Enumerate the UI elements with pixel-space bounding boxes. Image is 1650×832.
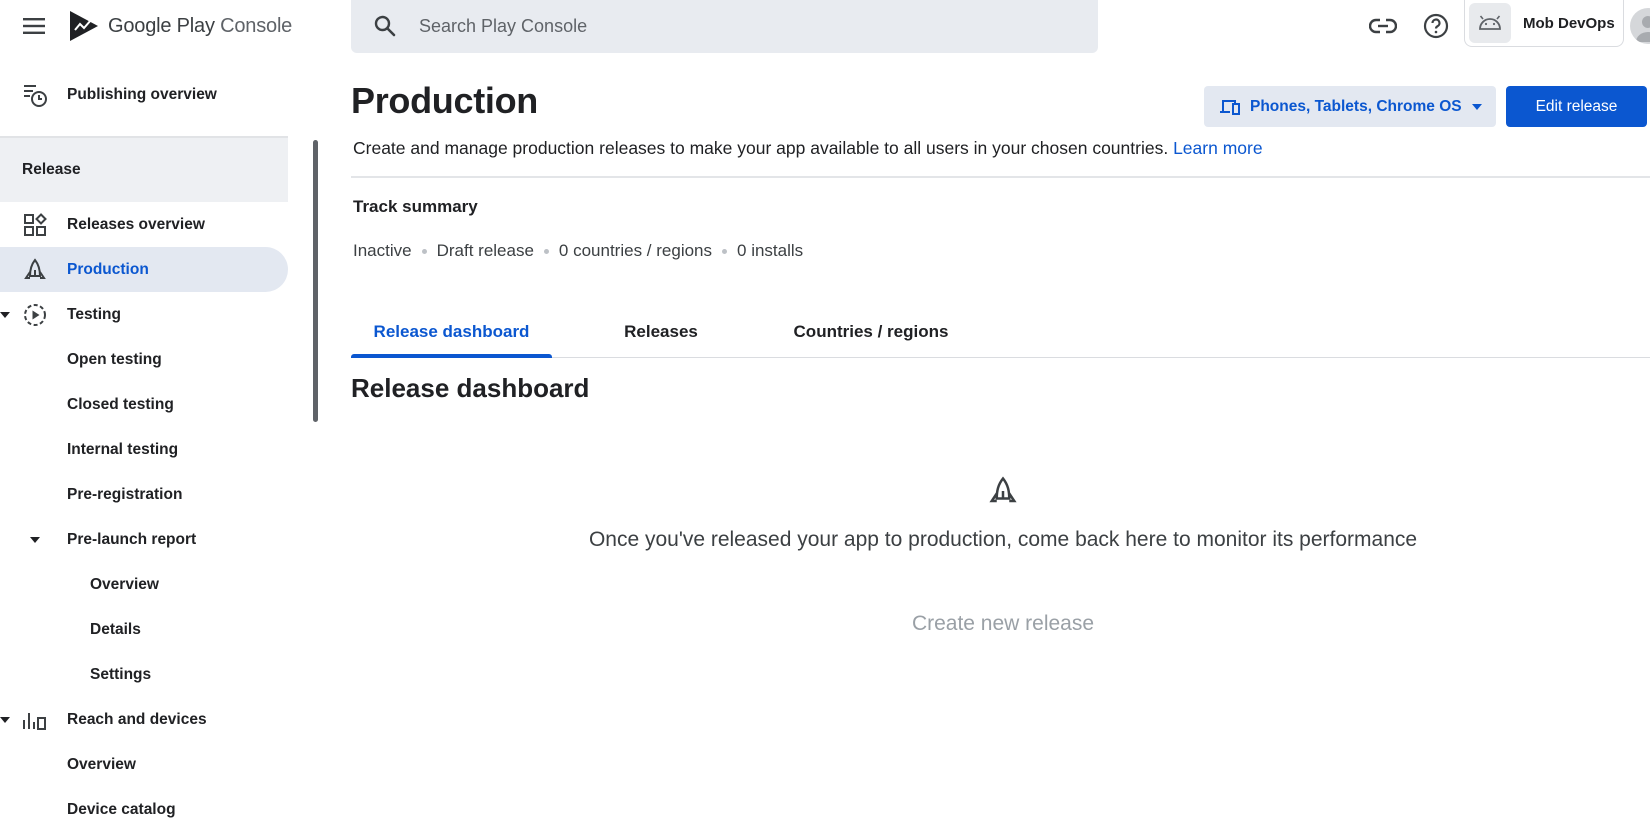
- sidebar-item-label: Releases overview: [67, 215, 205, 233]
- track-release-state: Draft release: [436, 241, 534, 260]
- search-icon[interactable]: [373, 14, 397, 43]
- sidebar-scrollbar[interactable]: [313, 140, 318, 422]
- play-console-logo-icon: [70, 11, 98, 41]
- logo-brand: Google Play: [108, 14, 215, 37]
- help-icon[interactable]: [1421, 11, 1451, 41]
- sidebar-item-pre-registration[interactable]: Pre-registration: [0, 472, 288, 517]
- menu-icon[interactable]: [18, 10, 50, 42]
- learn-more-link[interactable]: Learn more: [1173, 138, 1263, 158]
- sidebar-section-label: Release: [22, 161, 81, 178]
- bar-chart-icon: [22, 707, 48, 733]
- account-switcher[interactable]: Mob DevOps: [1464, 0, 1624, 47]
- sidebar-item-open-testing[interactable]: Open testing: [0, 337, 288, 382]
- rocket-icon: [22, 257, 48, 283]
- sidebar-item-production[interactable]: Production: [0, 247, 288, 292]
- tab-releases[interactable]: Releases: [591, 306, 731, 358]
- chevron-down-icon[interactable]: [30, 537, 40, 543]
- sidebar-item-label: Production: [67, 260, 149, 278]
- sidebar-item-label: Publishing overview: [67, 85, 217, 103]
- sidebar-item-label: Settings: [90, 665, 152, 683]
- sidebar-item-prl-overview[interactable]: Overview: [0, 562, 288, 607]
- account-name: Mob DevOps: [1523, 14, 1615, 32]
- sidebar-item-rd-overview[interactable]: Overview: [0, 742, 288, 787]
- avatar[interactable]: [1630, 8, 1650, 44]
- sidebar-item-reach-and-devices[interactable]: Reach and devices: [0, 697, 288, 742]
- publishing-overview-icon: [22, 82, 48, 108]
- sidebar-item-label: Device catalog: [67, 800, 176, 818]
- tab-release-dashboard[interactable]: Release dashboard: [351, 306, 552, 358]
- dashboard-icon: [22, 212, 48, 238]
- tab-countries-regions[interactable]: Countries / regions: [771, 306, 971, 358]
- section-title: Release dashboard: [351, 373, 590, 403]
- sidebar-item-label: Internal testing: [67, 440, 179, 458]
- sidebar: Publishing overview Release Releases ove…: [0, 60, 300, 832]
- rocket-icon: [988, 476, 1018, 506]
- sidebar-item-pre-launch-report[interactable]: Pre-launch report: [0, 517, 288, 562]
- sidebar-item-prl-details[interactable]: Details: [0, 607, 288, 652]
- sidebar-item-label: Overview: [67, 755, 136, 773]
- sidebar-item-prl-settings[interactable]: Settings: [0, 652, 288, 697]
- tab-bar: Release dashboard Releases Countries / r…: [351, 306, 1650, 358]
- link-icon[interactable]: [1368, 11, 1398, 41]
- empty-state-message: Once you've released your app to product…: [588, 528, 1418, 551]
- track-summary: Inactive Draft release 0 countries / reg…: [353, 241, 803, 261]
- page-title: Production: [351, 80, 538, 121]
- sidebar-section-release[interactable]: Release: [0, 136, 288, 202]
- page-description: Create and manage production releases to…: [353, 138, 1263, 159]
- sidebar-item-closed-testing[interactable]: Closed testing: [0, 382, 288, 427]
- track-status: Inactive: [353, 241, 412, 260]
- sidebar-item-testing[interactable]: Testing: [0, 292, 288, 337]
- sidebar-item-device-catalog[interactable]: Device catalog: [0, 787, 288, 832]
- sidebar-item-label: Testing: [67, 305, 121, 323]
- logo-text: Google Play Console: [108, 15, 292, 38]
- sidebar-item-label: Reach and devices: [67, 710, 207, 728]
- top-bar: Google Play Console Mob DevOps: [0, 0, 1650, 53]
- device-selector-button[interactable]: Phones, Tablets, Chrome OS: [1204, 86, 1496, 127]
- sidebar-item-label: Pre-launch report: [67, 530, 197, 548]
- track-summary-title: Track summary: [353, 197, 478, 216]
- description-text: Create and manage production releases to…: [353, 138, 1169, 158]
- sidebar-item-label: Closed testing: [67, 395, 174, 413]
- android-icon: [1469, 3, 1511, 43]
- divider: [351, 176, 1650, 178]
- separator-dot: [722, 248, 728, 254]
- separator-dot: [543, 248, 549, 254]
- edit-release-button[interactable]: Edit release: [1506, 86, 1647, 127]
- sidebar-item-releases-overview[interactable]: Releases overview: [0, 202, 288, 247]
- sidebar-item-publishing-overview[interactable]: Publishing overview: [0, 72, 288, 117]
- separator-dot: [421, 248, 427, 254]
- play-console-logo[interactable]: Google Play Console: [68, 9, 292, 43]
- sidebar-item-label: Overview: [90, 575, 159, 593]
- device-selector-label: Phones, Tablets, Chrome OS: [1250, 97, 1462, 115]
- sidebar-item-label: Details: [90, 620, 141, 638]
- track-countries: 0 countries / regions: [558, 241, 713, 260]
- search-input[interactable]: [419, 13, 1059, 39]
- devices-icon: [1220, 99, 1240, 115]
- create-new-release-button[interactable]: Create new release: [850, 612, 1156, 636]
- search-bar[interactable]: [351, 0, 1098, 53]
- sidebar-item-internal-testing[interactable]: Internal testing: [0, 427, 288, 472]
- sidebar-item-label: Open testing: [67, 350, 162, 368]
- logo-product: Console: [220, 14, 293, 37]
- sidebar-item-label: Pre-registration: [67, 485, 183, 503]
- chevron-down-icon: [1471, 103, 1482, 110]
- track-installs: 0 installs: [737, 241, 804, 260]
- chevron-down-icon[interactable]: [0, 312, 10, 318]
- chevron-down-icon[interactable]: [0, 717, 10, 723]
- testing-icon: [22, 302, 48, 328]
